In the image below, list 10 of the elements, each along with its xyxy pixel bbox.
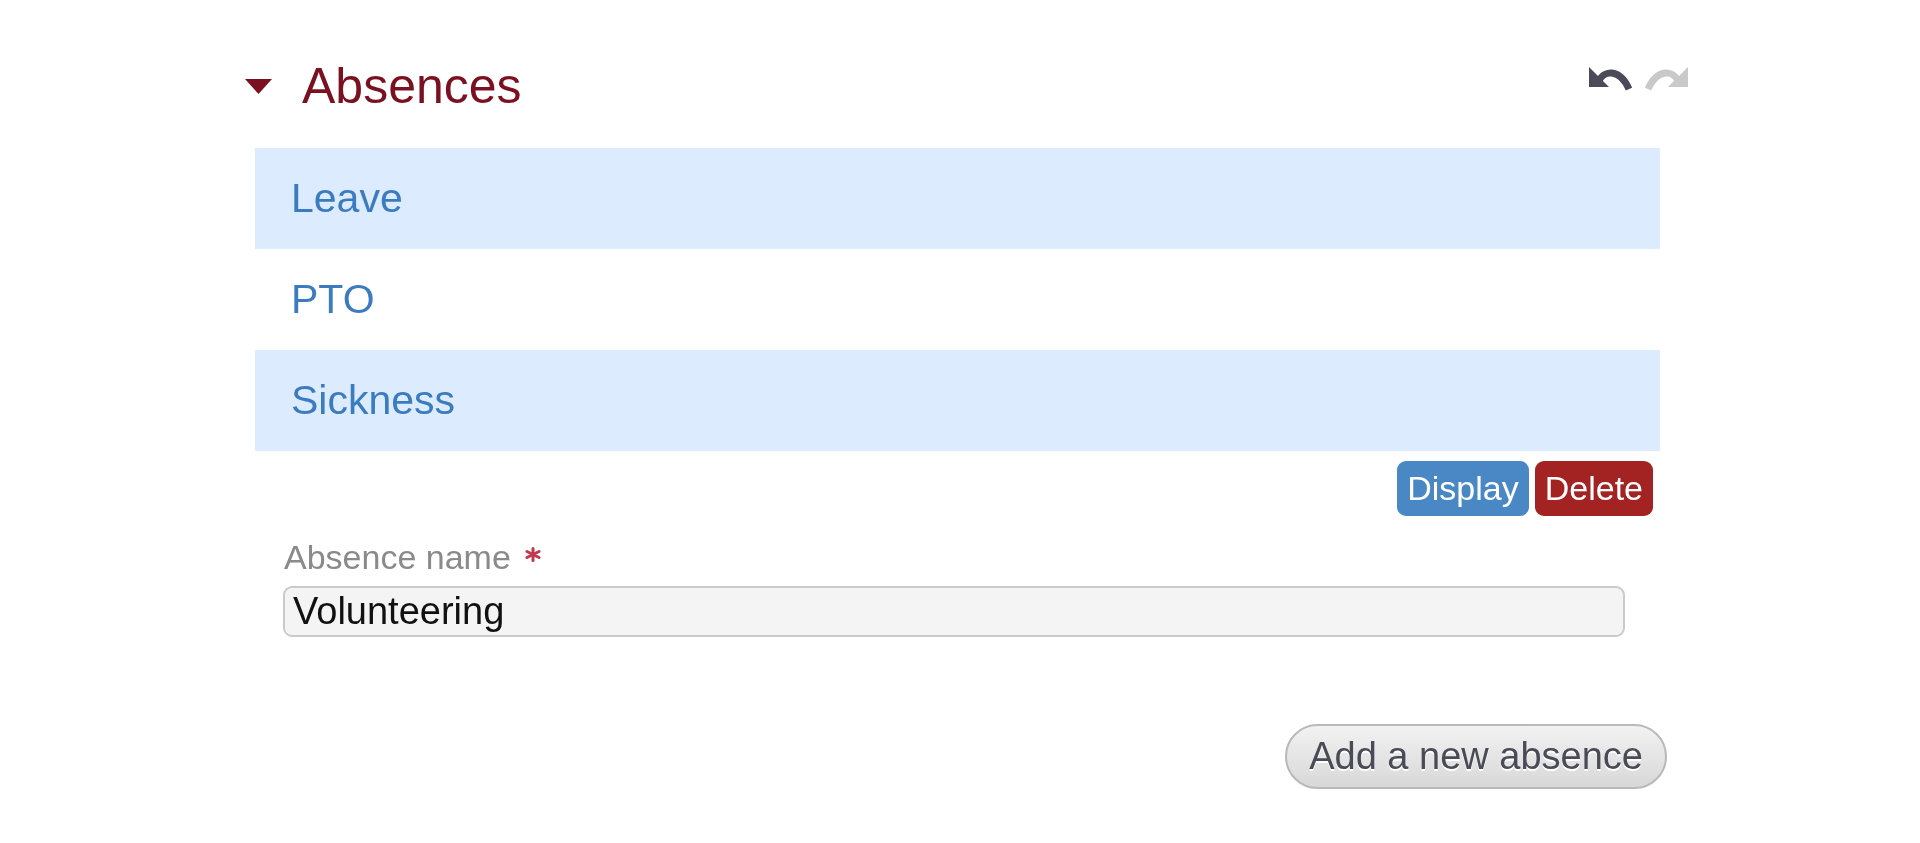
list-item[interactable]: Sickness (255, 350, 1660, 451)
section-title: Absences (302, 57, 522, 115)
field-label: Absence name (284, 538, 511, 577)
delete-button[interactable]: Delete (1534, 461, 1653, 516)
display-button[interactable]: Display (1397, 461, 1529, 516)
disclosure-triangle-icon[interactable] (245, 78, 272, 94)
undo-icon[interactable] (1589, 65, 1632, 91)
absence-name-input[interactable]: Volunteering (283, 586, 1625, 637)
add-absence-button[interactable]: Add a new absence (1285, 724, 1667, 789)
list-item[interactable]: Leave (255, 148, 1660, 249)
